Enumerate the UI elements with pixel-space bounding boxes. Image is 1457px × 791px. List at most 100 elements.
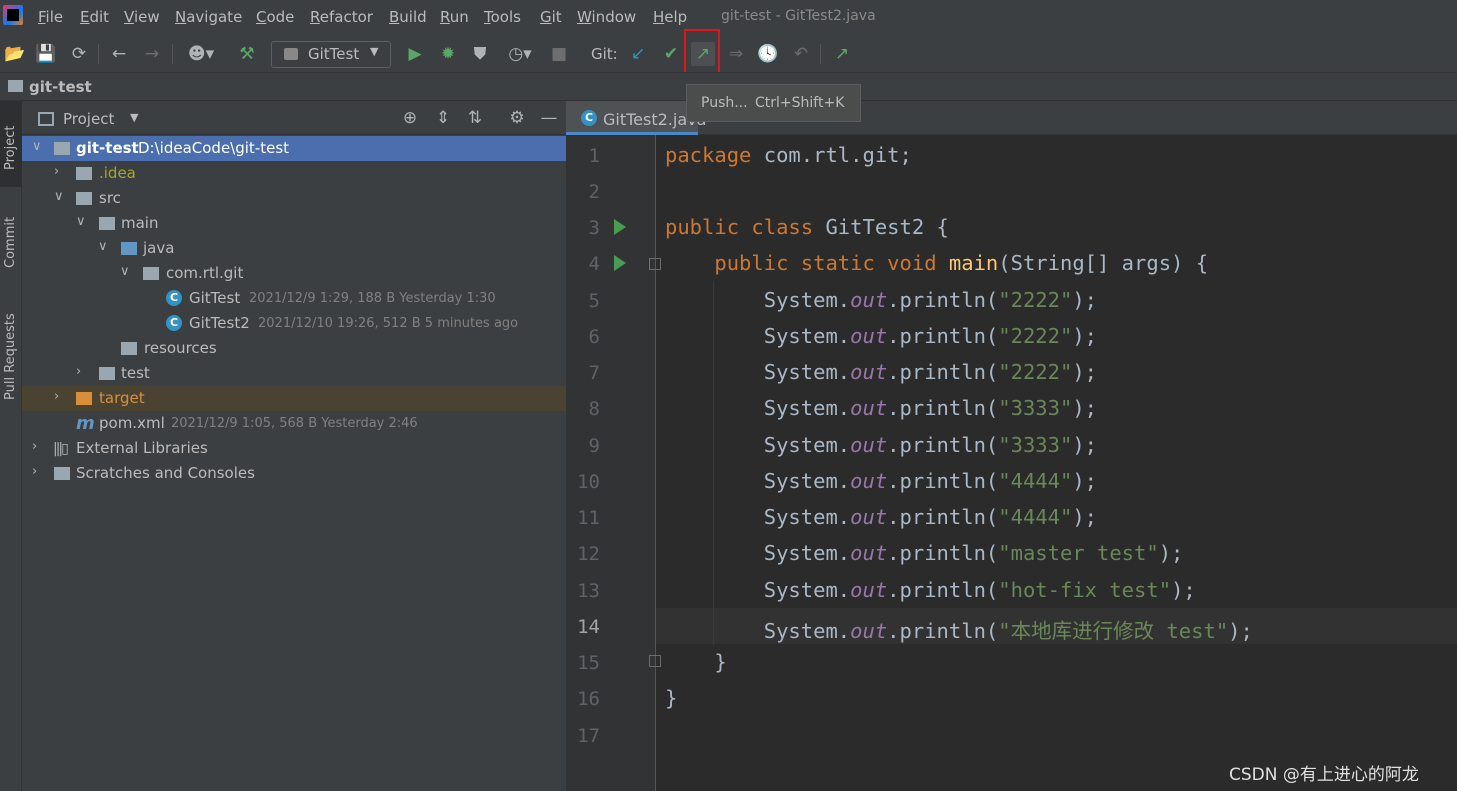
tree-item-label: Scratches and Consoles xyxy=(76,464,255,482)
menu-run[interactable]: Run xyxy=(440,8,469,26)
collapse-all-icon[interactable]: ⇅ xyxy=(465,108,485,128)
source-folder-icon xyxy=(121,242,137,255)
tree-item-idea[interactable]: › .idea xyxy=(22,161,566,186)
java-class-icon: C xyxy=(581,110,597,126)
line-number: 2 xyxy=(588,181,600,203)
line-number: 11 xyxy=(577,507,600,529)
run-config-icon xyxy=(284,48,298,60)
window-title: git-test - GitTest2.java xyxy=(721,8,876,24)
git-rollback-icon[interactable]: ↶ xyxy=(790,43,812,65)
string-literal: "4444" xyxy=(998,505,1073,529)
tool-tab-pull-requests[interactable]: Pull Requests xyxy=(3,313,18,400)
collapsed-arrow-icon[interactable]: › xyxy=(54,389,59,404)
vcs-push-icon[interactable]: ↗ xyxy=(831,43,853,65)
menu-refactor[interactable]: Refactor xyxy=(310,8,373,26)
expanded-arrow-icon[interactable]: ∨ xyxy=(98,239,108,254)
tab-gittest2[interactable]: C GitTest2.java xyxy=(566,101,706,135)
line-number: 12 xyxy=(577,543,600,565)
tree-item-pom[interactable]: m pom.xml 2021/12/9 1:05, 568 B Yesterda… xyxy=(22,411,566,436)
menu-navigate[interactable]: Navigate xyxy=(175,8,242,26)
git-update-icon[interactable]: ↙ xyxy=(627,43,649,65)
expanded-arrow-icon[interactable]: ∨ xyxy=(120,264,130,279)
gear-icon[interactable]: ⚙ xyxy=(507,108,527,128)
open-folder-icon[interactable]: 📂 xyxy=(4,43,26,65)
chevron-down-icon: ▼ xyxy=(370,45,379,58)
fold-icon[interactable] xyxy=(649,258,661,270)
menu-build[interactable]: Build xyxy=(389,8,427,26)
sync-icon[interactable]: ⟳ xyxy=(68,43,90,65)
tool-tab-commit[interactable]: Commit xyxy=(3,217,18,268)
git-compare-icon[interactable]: ⇒ xyxy=(725,43,747,65)
locate-icon[interactable]: ⊕ xyxy=(400,108,420,128)
build-hammer-icon[interactable]: ⚒ xyxy=(236,43,258,65)
folder-icon xyxy=(99,367,115,380)
git-history-icon[interactable]: 🕓 xyxy=(757,43,779,65)
tool-tab-project[interactable]: Project xyxy=(3,126,18,170)
debug-icon[interactable]: ✹ xyxy=(437,43,459,65)
tree-item-label: External Libraries xyxy=(76,439,208,457)
menu-file[interactable]: File xyxy=(38,8,63,26)
expanded-arrow-icon[interactable]: ∨ xyxy=(32,139,42,154)
expanded-arrow-icon[interactable]: ∨ xyxy=(54,189,64,204)
collapsed-arrow-icon[interactable]: › xyxy=(76,364,81,379)
menu-edit[interactable]: Edit xyxy=(80,8,109,26)
menu-tools[interactable]: Tools xyxy=(484,8,521,26)
tree-item-src[interactable]: ∨ src xyxy=(22,186,566,211)
tree-item-scratches[interactable]: › Scratches and Consoles xyxy=(22,461,566,486)
project-panel-title[interactable]: Project xyxy=(63,110,114,128)
tree-item-path: D:\ideaCode\git-test xyxy=(138,139,290,157)
tree-item-target[interactable]: › target xyxy=(22,386,566,411)
user-dropdown-icon[interactable]: ☻▾ xyxy=(184,43,218,65)
git-label: Git: xyxy=(591,45,618,63)
run-icon[interactable]: ▶ xyxy=(404,43,426,65)
line-number: 17 xyxy=(577,725,600,747)
fold-icon[interactable] xyxy=(649,655,661,667)
breadcrumb-project[interactable]: git-test xyxy=(29,78,92,96)
project-panel: Project ▼ ⊕ ⇕ ⇅ ⚙ — ∨ git-test D:\ideaCo… xyxy=(22,101,566,791)
expand-all-icon[interactable]: ⇕ xyxy=(433,108,453,128)
tree-item-resources[interactable]: resources xyxy=(22,336,566,361)
menu-git[interactable]: Git xyxy=(540,8,562,26)
tree-item-package[interactable]: ∨ com.rtl.git xyxy=(22,261,566,286)
line-number: 9 xyxy=(588,435,600,457)
collapsed-arrow-icon[interactable]: › xyxy=(54,164,59,179)
tree-item-gittest[interactable]: C GitTest 2021/12/9 1:29, 188 B Yesterda… xyxy=(22,286,566,311)
tree-item-test[interactable]: › test xyxy=(22,361,566,386)
collapsed-arrow-icon[interactable]: › xyxy=(32,439,37,454)
profiler-icon[interactable]: ◷▾ xyxy=(499,43,541,65)
back-icon[interactable]: ← xyxy=(108,43,130,65)
coverage-icon[interactable]: ⛊ xyxy=(469,43,491,65)
code-line-9: System.out.println("3333"); xyxy=(665,433,1098,457)
toolbar-separator xyxy=(172,44,173,64)
project-view-icon xyxy=(38,112,54,126)
expanded-arrow-icon[interactable]: ∨ xyxy=(76,214,86,229)
tree-item-label: src xyxy=(99,189,121,207)
code-line-8: System.out.println("3333"); xyxy=(665,396,1098,420)
string-literal: "4444" xyxy=(998,469,1073,493)
folder-icon xyxy=(8,80,23,92)
menu-help[interactable]: Help xyxy=(653,8,687,26)
scratches-icon xyxy=(54,467,70,480)
menu-bar: File Edit View Navigate Code Refactor Bu… xyxy=(0,0,1457,36)
tree-item-java[interactable]: ∨ java xyxy=(22,236,566,261)
tree-item-main[interactable]: ∨ main xyxy=(22,211,566,236)
menu-code[interactable]: Code xyxy=(256,8,294,26)
tree-item-gittest2[interactable]: C GitTest2 2021/12/10 19:26, 512 B 5 min… xyxy=(22,311,566,336)
hide-icon[interactable]: — xyxy=(539,108,559,128)
run-class-gutter-icon[interactable] xyxy=(614,219,626,235)
tree-item-external-libraries[interactable]: › |||▯ External Libraries xyxy=(22,436,566,461)
chevron-down-icon[interactable]: ▼ xyxy=(130,111,138,124)
run-main-gutter-icon[interactable] xyxy=(614,255,626,271)
left-tool-strip xyxy=(0,101,22,791)
git-commit-icon[interactable]: ✔ xyxy=(660,43,682,65)
menu-window[interactable]: Window xyxy=(577,8,636,26)
stop-icon[interactable]: ■ xyxy=(548,43,570,65)
tree-item-git-test[interactable]: ∨ git-test D:\ideaCode\git-test xyxy=(22,136,566,161)
code-line-1: package com.rtl.git; xyxy=(665,143,912,167)
collapsed-arrow-icon[interactable]: › xyxy=(32,464,37,479)
forward-icon[interactable]: → xyxy=(141,43,163,65)
run-configuration-selector[interactable]: GitTest ▼ xyxy=(271,41,391,68)
menu-view[interactable]: View xyxy=(124,8,160,26)
package-icon xyxy=(143,267,159,280)
save-icon[interactable]: 💾 xyxy=(35,43,57,65)
